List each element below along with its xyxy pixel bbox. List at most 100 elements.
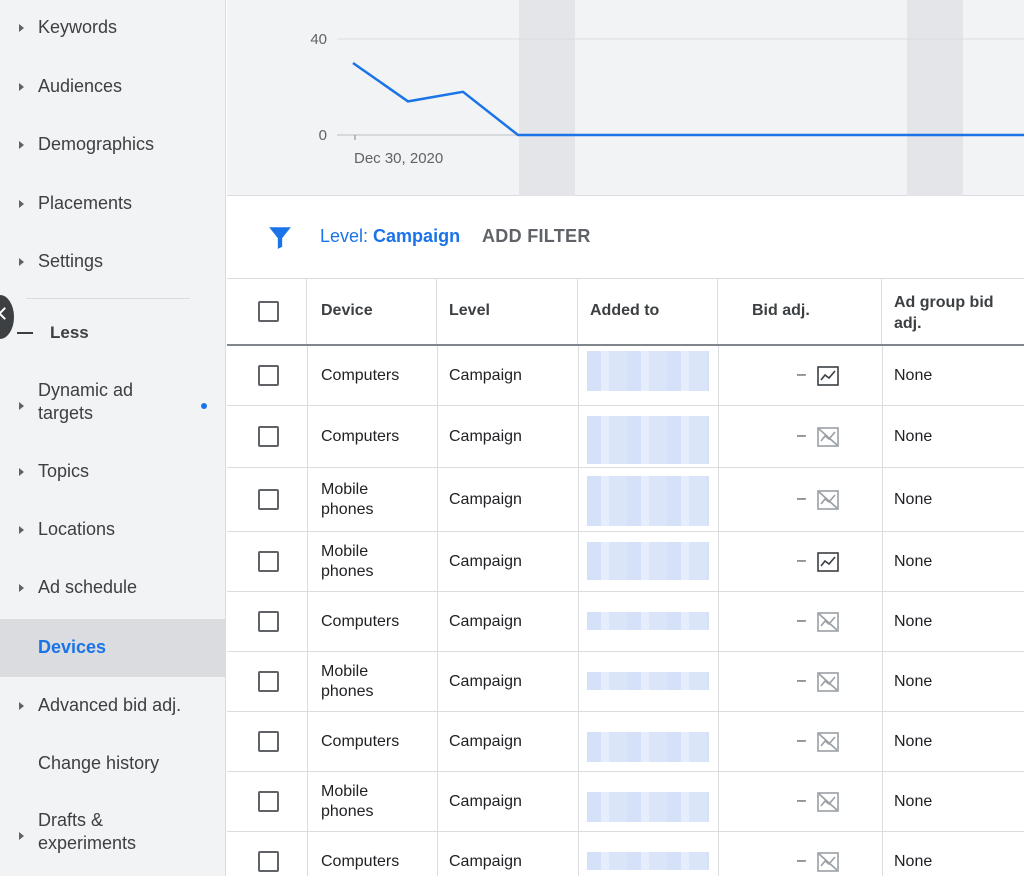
column-divider [882, 346, 883, 405]
table-row[interactable]: Mobile phones Campaign – None [227, 652, 1024, 712]
header-device[interactable]: Device [307, 279, 437, 344]
row-checkbox[interactable] [258, 791, 279, 812]
table-row[interactable]: Mobile phones Campaign – None [227, 532, 1024, 592]
row-checkbox[interactable] [258, 731, 279, 752]
column-divider [718, 592, 719, 651]
weekend-band [519, 0, 575, 196]
chart-icon[interactable] [817, 552, 839, 572]
add-filter-button[interactable]: ADD FILTER [482, 226, 591, 247]
column-divider [578, 592, 579, 651]
bid-adj-value: – [797, 672, 806, 689]
row-checkbox[interactable] [258, 611, 279, 632]
device-cell: Mobile phones [321, 663, 374, 700]
header-level[interactable]: Level [437, 279, 578, 344]
bid-adj-value: – [797, 852, 806, 869]
chart-off-icon[interactable] [817, 612, 839, 632]
caret-right-icon [19, 526, 24, 534]
caret-right-icon [19, 258, 24, 266]
column-divider [882, 532, 883, 591]
level-value: Campaign [373, 226, 461, 246]
header-bid-adj[interactable]: Bid adj. [718, 279, 882, 344]
table-row[interactable]: Computers Campaign – None [227, 712, 1024, 772]
header-added-to[interactable]: Added to [578, 279, 718, 344]
column-divider [307, 532, 308, 591]
chart-off-icon[interactable] [817, 427, 839, 447]
ad-group-bid-adj-cell: None [894, 428, 933, 445]
chart-off-icon[interactable] [817, 672, 839, 692]
device-cell: Mobile phones [321, 783, 374, 820]
column-divider [307, 468, 308, 531]
ad-group-bid-adj-cell: None [894, 367, 933, 384]
column-divider [437, 532, 438, 591]
column-divider [578, 346, 579, 405]
chart-icon[interactable] [817, 366, 839, 386]
less-toggle[interactable]: Less [0, 316, 226, 350]
table-row[interactable]: Computers Campaign – None [227, 832, 1024, 876]
column-divider [578, 712, 579, 771]
header-ad-group-bid-adj[interactable]: Ad group bid adj. [882, 279, 1024, 344]
caret-right-icon [19, 83, 24, 91]
redacted-added-to [587, 351, 709, 391]
column-divider [718, 468, 719, 531]
sidebar-item-devices[interactable]: Devices [0, 619, 226, 677]
table-row[interactable]: Mobile phones Campaign – None [227, 772, 1024, 832]
column-divider [718, 772, 719, 831]
select-all-checkbox[interactable] [258, 301, 279, 322]
sidebar-item-label: Change history [38, 753, 160, 773]
chart-off-icon[interactable] [817, 792, 839, 812]
sidebar-item-keywords[interactable]: Keywords [0, 10, 226, 46]
sidebar-item-advanced-bid-adj[interactable]: Advanced bid adj. [0, 686, 226, 726]
column-divider [718, 346, 719, 405]
sidebar-item-change-history[interactable]: Change history [0, 744, 226, 784]
bid-adj-value: – [797, 732, 806, 749]
row-checkbox[interactable] [258, 671, 279, 692]
row-checkbox[interactable] [258, 426, 279, 447]
sidebar-item-audiences[interactable]: Audiences [0, 69, 226, 105]
column-divider [437, 712, 438, 771]
sidebar-item-label: Dynamic ad targets [38, 380, 134, 423]
column-divider [578, 406, 579, 467]
sidebar-item-settings[interactable]: Settings [0, 244, 226, 280]
device-cell: Computers [321, 733, 400, 750]
redacted-added-to [587, 792, 709, 822]
column-divider [882, 772, 883, 831]
column-divider [307, 592, 308, 651]
column-divider [307, 772, 308, 831]
chart-off-icon[interactable] [817, 852, 839, 872]
chart-off-icon[interactable] [817, 732, 839, 752]
sidebar-item-demographics[interactable]: Demographics [0, 127, 226, 163]
table-row[interactable]: Computers Campaign – None [227, 406, 1024, 468]
row-checkbox[interactable] [258, 365, 279, 386]
ad-group-bid-adj-cell: None [894, 613, 933, 630]
row-checkbox[interactable] [258, 851, 279, 872]
ad-group-bid-adj-cell: None [894, 793, 933, 810]
redacted-added-to [587, 476, 709, 526]
column-divider [437, 832, 438, 876]
caret-right-icon [19, 141, 24, 149]
sidebar-item-label: Devices [38, 637, 107, 657]
sidebar-item-drafts-experiments[interactable]: Drafts & experiments [0, 806, 226, 866]
header-added-to-label: Added to [590, 302, 660, 319]
table-row[interactable]: Computers Campaign – None [227, 592, 1024, 652]
sidebar-item-label: Keywords [38, 17, 118, 37]
caret-right-icon [19, 24, 24, 32]
chart-svg: 40 0 Dec 30, 2020 [310, 0, 1024, 196]
row-checkbox[interactable] [258, 489, 279, 510]
row-checkbox[interactable] [258, 551, 279, 572]
sidebar-divider [26, 298, 190, 299]
level-filter-chip[interactable]: Level: Campaign [320, 226, 460, 247]
filter-icon[interactable] [267, 224, 293, 250]
table-row[interactable]: Mobile phones Campaign – None [227, 468, 1024, 532]
column-divider [718, 406, 719, 467]
caret-right-icon [19, 402, 24, 410]
sidebar-item-ad-schedule[interactable]: Ad schedule [0, 568, 226, 608]
chart-off-icon[interactable] [817, 490, 839, 510]
sidebar-item-placements[interactable]: Placements [0, 186, 226, 222]
sidebar-item-dynamic-ad-targets[interactable]: Dynamic ad targets [0, 376, 226, 436]
column-divider [578, 468, 579, 531]
sidebar-item-topics[interactable]: Topics [0, 452, 226, 492]
table-row[interactable]: Computers Campaign – None [227, 346, 1024, 406]
sidebar-item-locations[interactable]: Locations [0, 510, 226, 550]
column-divider [307, 712, 308, 771]
device-cell: Computers [321, 613, 400, 630]
